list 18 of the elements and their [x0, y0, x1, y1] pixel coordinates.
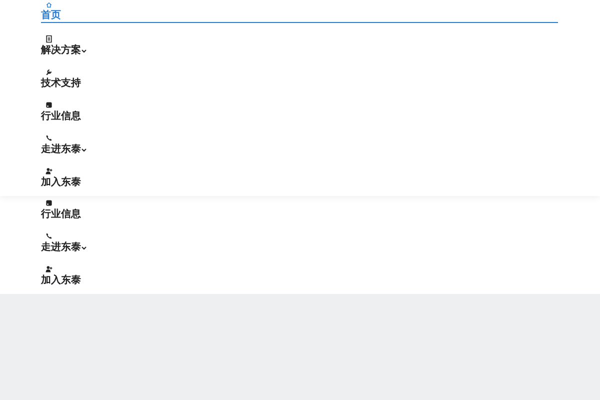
menu-item[interactable]: 解决方案: [41, 33, 558, 66]
phone-icon: [45, 232, 53, 240]
menu-item[interactable]: 首页: [41, 0, 558, 23]
add-user-icon: [45, 265, 53, 273]
feed-icon: [45, 199, 53, 207]
wrench-icon: [45, 68, 53, 76]
add-user-icon: [45, 167, 53, 175]
home-icon: [45, 2, 53, 8]
feed-icon: [45, 101, 53, 109]
menu-item[interactable]: 加入东泰: [41, 263, 558, 296]
menu-item[interactable]: 行业信息: [41, 197, 558, 230]
menu-item[interactable]: 技术支持: [41, 66, 558, 99]
menu-item[interactable]: 走进东泰: [41, 230, 558, 263]
menu-item[interactable]: 行业信息: [41, 99, 558, 132]
phone-icon: [45, 134, 53, 142]
menu-item[interactable]: 走进东泰: [41, 132, 558, 165]
document-icon: [45, 35, 53, 43]
menu-item[interactable]: 加入东泰: [41, 165, 558, 198]
